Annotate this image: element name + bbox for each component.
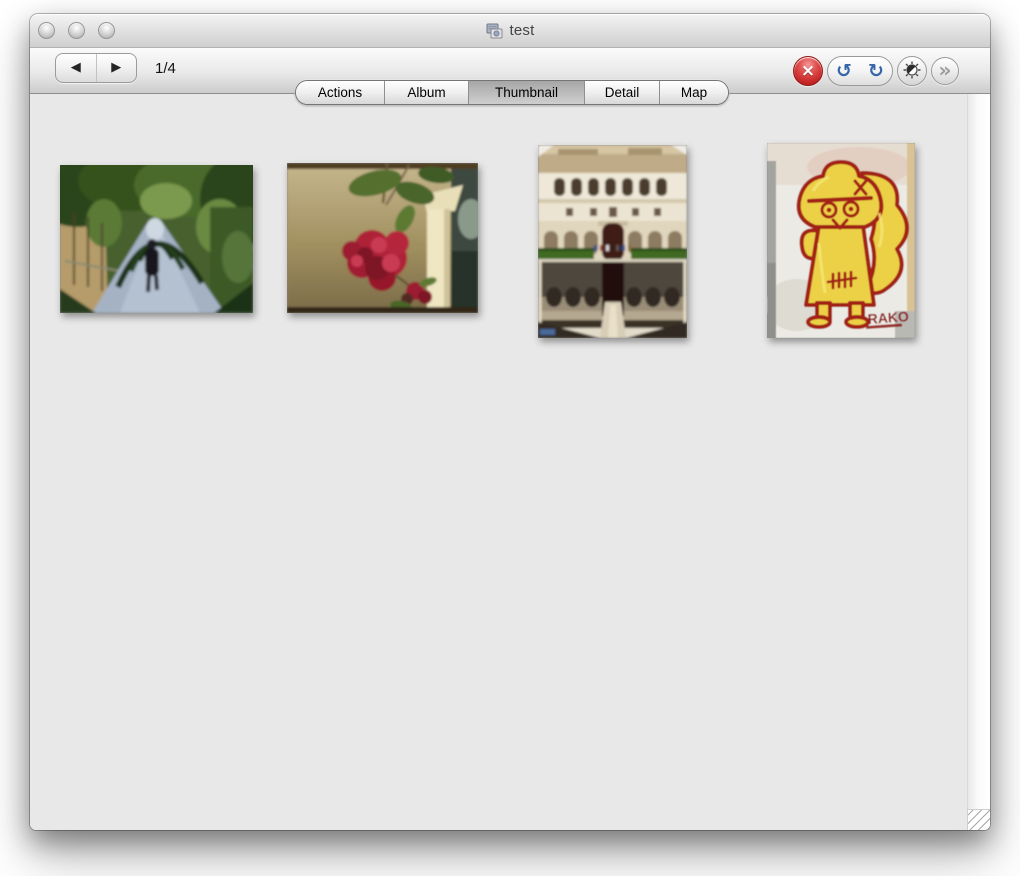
tab-thumbnail[interactable]: Thumbnail: [468, 81, 584, 104]
adjust-button[interactable]: [897, 56, 927, 86]
window-title: test: [510, 22, 535, 39]
scrollbar-track[interactable]: [967, 94, 990, 830]
graffiti-character-image: RAKO: [767, 143, 915, 338]
desktop-background: test ◀ ▶ 1/4 × ↺ ↻: [0, 0, 1020, 876]
garden-archway-image: [60, 165, 253, 313]
zoom-window-button[interactable]: [98, 22, 115, 39]
delete-x-icon: ×: [801, 63, 815, 80]
brightness-sun-icon: [903, 61, 921, 82]
back-forward-control: ◀ ▶: [55, 53, 137, 83]
page-indicator: 1/4: [155, 60, 176, 77]
close-window-button[interactable]: [38, 22, 55, 39]
app-window: test ◀ ▶ 1/4 × ↺ ↻: [30, 14, 990, 830]
courtyard-reflection-image: [538, 145, 687, 338]
thumbnail-courtyard-reflection[interactable]: [538, 145, 687, 338]
rotate-left-button[interactable]: ↺: [828, 57, 860, 85]
thumbnail-red-flower[interactable]: [287, 163, 478, 313]
red-flower-image: [287, 163, 478, 313]
forward-button[interactable]: ▶: [97, 54, 137, 82]
document-proxy-icon: [486, 23, 504, 39]
thumbnail-graffiti-character[interactable]: RAKO: [767, 143, 915, 338]
graffiti-signature: RAKO: [867, 308, 909, 327]
back-button[interactable]: ◀: [56, 54, 97, 82]
thumbnail-grid: RAKO: [30, 94, 990, 830]
rotate-right-button[interactable]: ↻: [860, 57, 892, 85]
double-chevron-icon: »: [939, 60, 952, 80]
tab-actions[interactable]: Actions: [296, 81, 384, 104]
title-group: test: [486, 22, 535, 39]
minimize-window-button[interactable]: [68, 22, 85, 39]
traffic-lights: [38, 22, 115, 39]
tab-album[interactable]: Album: [384, 81, 468, 104]
resize-grip[interactable]: [967, 809, 990, 830]
rotate-control: ↺ ↻: [827, 56, 893, 86]
titlebar[interactable]: test: [30, 14, 990, 48]
tab-detail[interactable]: Detail: [584, 81, 659, 104]
overflow-chevron-button[interactable]: »: [931, 57, 959, 85]
tab-bar: Actions Album Thumbnail Detail Map: [295, 80, 729, 105]
delete-button[interactable]: ×: [793, 56, 823, 86]
thumbnail-garden-archway[interactable]: [60, 165, 253, 313]
tab-map[interactable]: Map: [659, 81, 728, 104]
